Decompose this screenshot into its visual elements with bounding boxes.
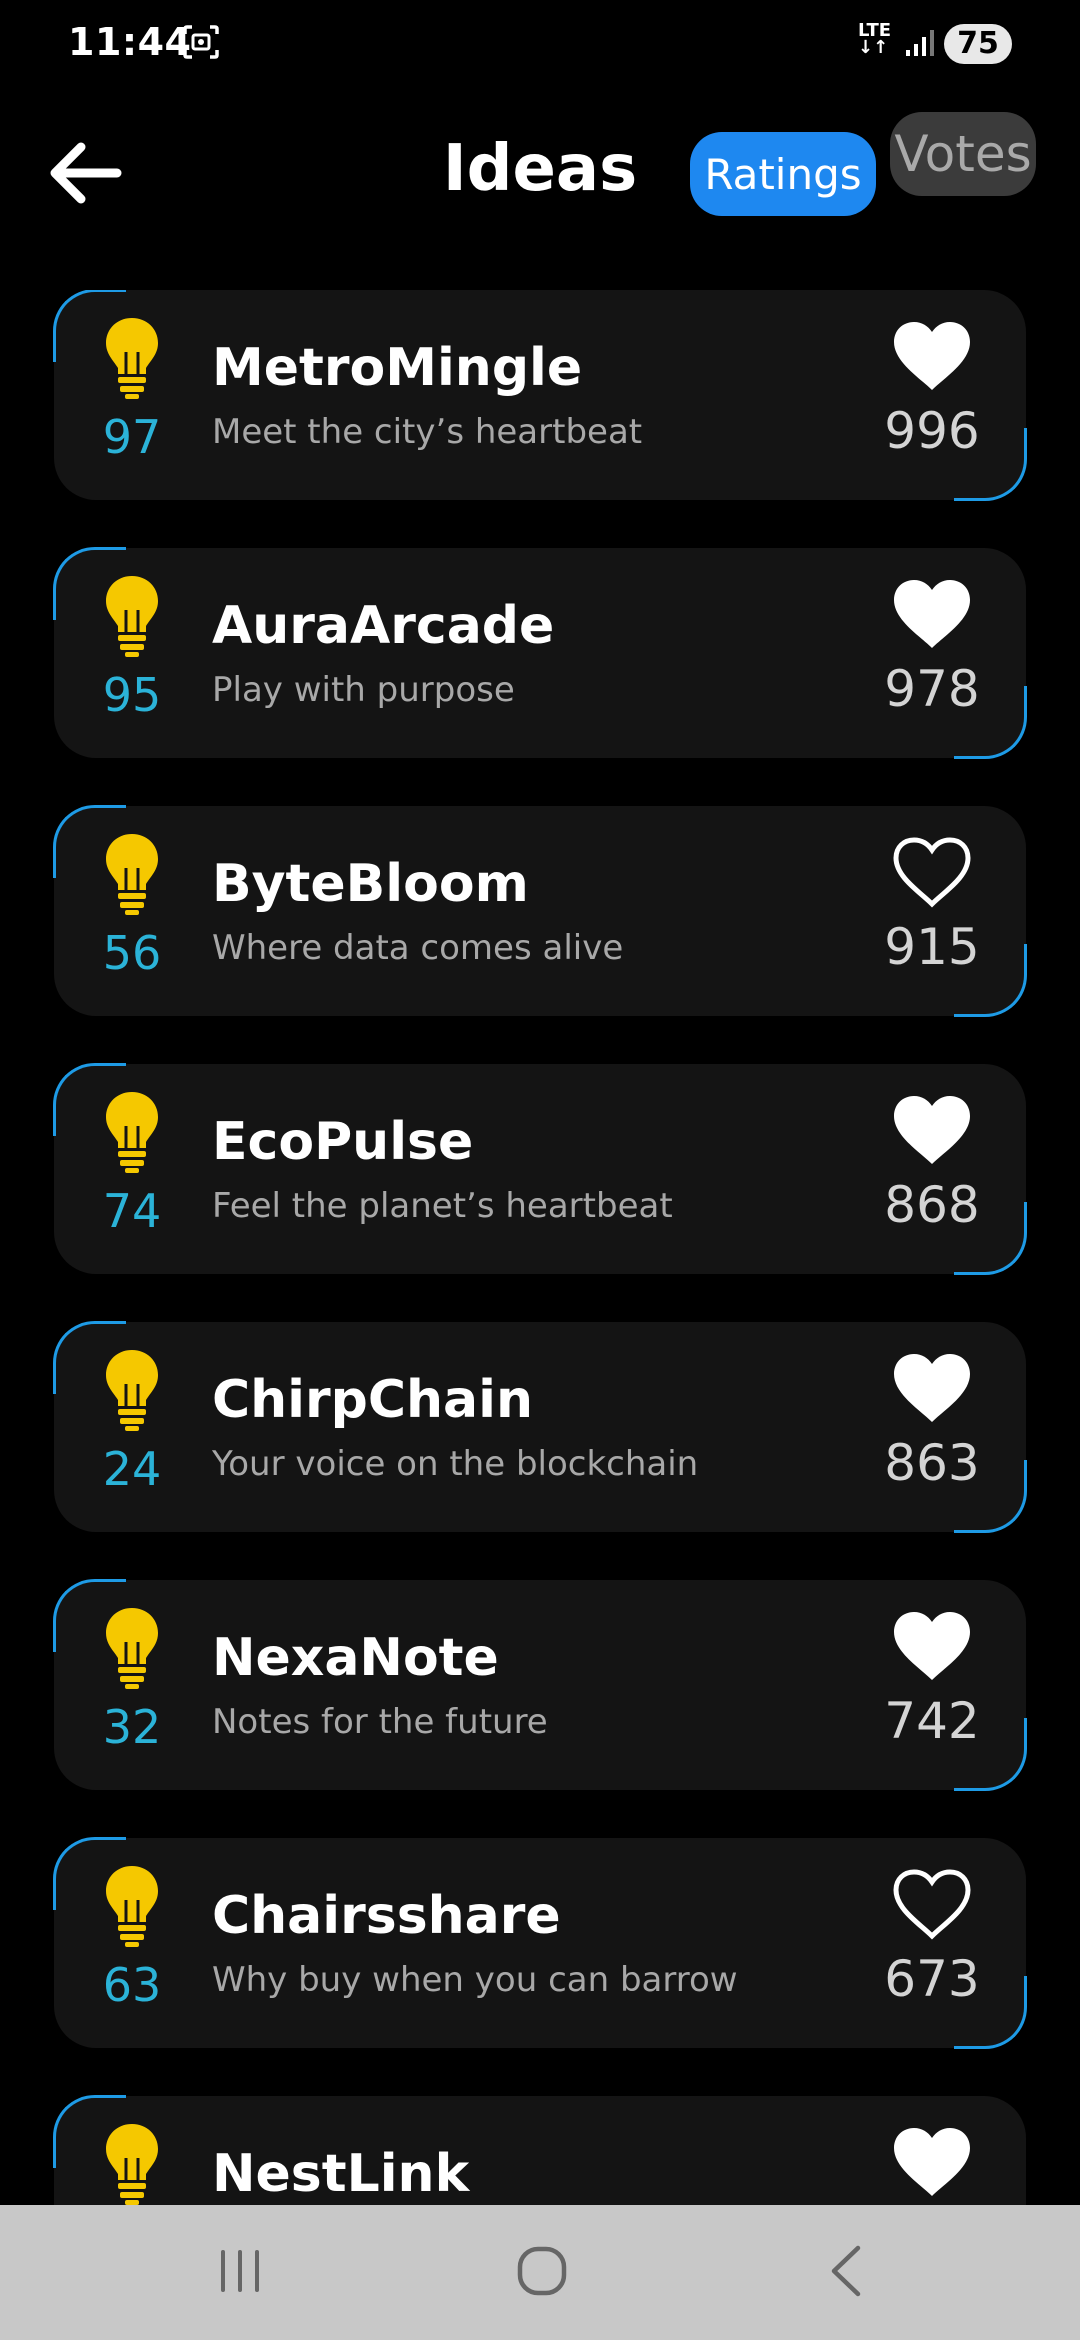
heart-outline-icon[interactable] [890, 834, 974, 910]
lightbulb-icon [104, 574, 160, 658]
system-back-button[interactable] [776, 2205, 916, 2340]
screenshot-icon [182, 24, 220, 64]
home-icon [516, 2245, 568, 2301]
idea-votes: 978 [884, 660, 980, 718]
idea-name: ChirpChain [212, 1370, 533, 1430]
back-button[interactable] [40, 130, 130, 220]
lte-icon: LTE ↓↑ [858, 20, 892, 58]
idea-rating: 56 [102, 926, 162, 980]
idea-tagline: Where data comes alive [212, 928, 624, 968]
signal-icon [904, 28, 936, 62]
idea-card[interactable]: 63 Chairsshare Why buy when you can barr… [53, 1837, 1027, 2049]
idea-rating: 95 [102, 668, 162, 722]
heart-filled-icon[interactable] [890, 2124, 974, 2200]
idea-tagline: Feel the planet’s heartbeat [212, 1186, 673, 1226]
idea-card[interactable]: 56 ByteBloom Where data comes alive 915 [53, 805, 1027, 1017]
recents-icon [215, 2248, 265, 2298]
idea-votes: 996 [884, 402, 980, 460]
heart-filled-icon[interactable] [890, 1350, 974, 1426]
idea-rating: 24 [102, 1442, 162, 1496]
arrow-left-icon [47, 141, 123, 209]
system-nav-bar [0, 2205, 1080, 2340]
idea-votes: 868 [884, 1176, 980, 1234]
idea-rating: 97 [102, 410, 162, 464]
idea-votes: 863 [884, 1434, 980, 1492]
idea-name: EcoPulse [212, 1112, 474, 1172]
idea-votes: 742 [884, 1692, 980, 1750]
heart-outline-icon[interactable] [890, 1866, 974, 1942]
idea-rating: 74 [102, 1184, 162, 1238]
idea-tagline: Notes for the future [212, 1702, 548, 1742]
idea-name: NestLink [212, 2144, 470, 2204]
heart-filled-icon[interactable] [890, 576, 974, 652]
idea-tagline: Why buy when you can barrow [212, 1960, 738, 2000]
lightbulb-icon [104, 1606, 160, 1690]
heart-filled-icon[interactable] [890, 1608, 974, 1684]
page-title: Ideas [442, 132, 638, 206]
lightbulb-icon [104, 1348, 160, 1432]
idea-tagline: Play with purpose [212, 670, 515, 710]
battery-indicator: 75 [944, 24, 1012, 64]
lightbulb-icon [104, 832, 160, 916]
idea-card[interactable]: 32 NexaNote Notes for the future 742 [53, 1579, 1027, 1791]
idea-votes: 673 [884, 1950, 980, 2008]
idea-card[interactable]: 74 EcoPulse Feel the planet’s heartbeat … [53, 1063, 1027, 1275]
lightbulb-icon [104, 2122, 160, 2205]
tab-votes[interactable]: Votes [890, 112, 1036, 196]
lightbulb-icon [104, 1864, 160, 1948]
idea-rating: 32 [102, 1700, 162, 1754]
recent-apps-button[interactable] [170, 2205, 310, 2340]
idea-card[interactable]: 24 ChirpChain Your voice on the blockcha… [53, 1321, 1027, 1533]
idea-name: ByteBloom [212, 854, 529, 914]
lightbulb-icon [104, 1090, 160, 1174]
idea-card[interactable]: 95 AuraArcade Play with purpose 978 [53, 547, 1027, 759]
chevron-left-icon [826, 2244, 866, 2302]
status-time: 11:44 [68, 20, 192, 64]
idea-tagline: Meet the city’s heartbeat [212, 412, 643, 452]
idea-name: AuraArcade [212, 596, 555, 656]
status-bar: 11:44 LTE ↓↑ 75 [0, 0, 1080, 90]
idea-tagline: Your voice on the blockchain [212, 1444, 699, 1484]
tab-ratings[interactable]: Ratings [690, 132, 876, 216]
idea-card[interactable]: 97 MetroMingle Meet the city’s heartbeat… [53, 290, 1027, 501]
idea-card[interactable]: NestLink [53, 2095, 1026, 2205]
idea-name: MetroMingle [212, 338, 583, 398]
heart-filled-icon[interactable] [890, 1092, 974, 1168]
ideas-list[interactable]: 97 MetroMingle Meet the city’s heartbeat… [0, 290, 1080, 2205]
idea-rating: 63 [102, 1958, 162, 2012]
heart-filled-icon[interactable] [890, 318, 974, 394]
lightbulb-icon [104, 316, 160, 400]
idea-votes: 915 [884, 918, 980, 976]
idea-name: NexaNote [212, 1628, 499, 1688]
idea-name: Chairsshare [212, 1886, 561, 1946]
home-button[interactable] [472, 2205, 612, 2340]
